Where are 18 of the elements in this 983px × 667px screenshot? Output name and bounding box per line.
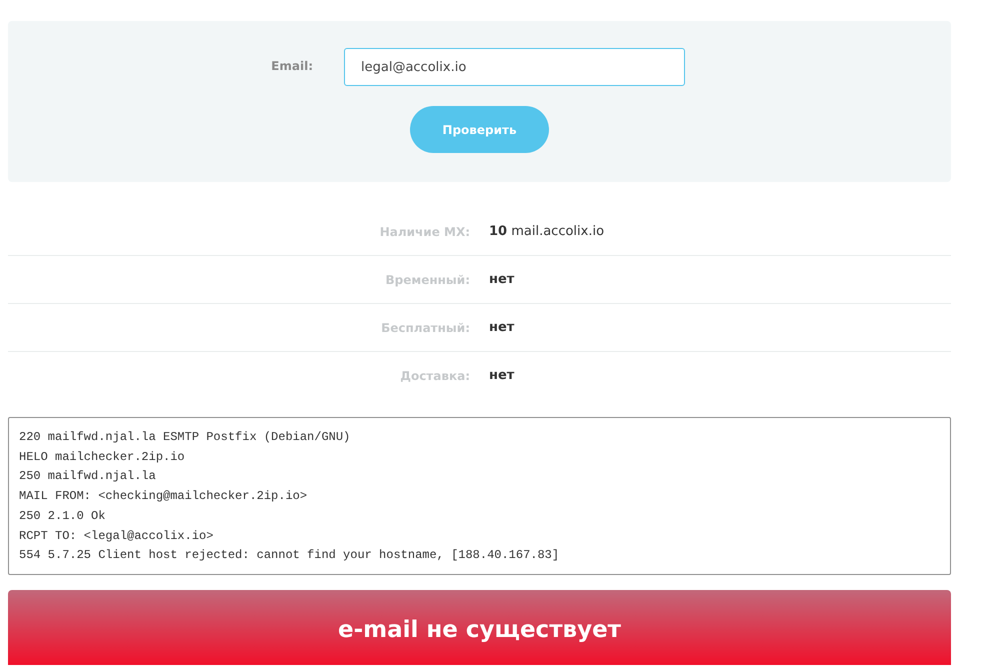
log-line: RCPT TO: <legal@accolix.io> xyxy=(19,528,214,545)
log-line: HELO mailchecker.2ip.io xyxy=(19,448,185,466)
log-line: 250 mailfwd.njal.la xyxy=(19,468,156,486)
result-label: Доставка: xyxy=(400,368,470,382)
result-label: Бесплатный: xyxy=(381,320,470,334)
log-line: 220 mailfwd.njal.la ESMTP Postfix (Debian/GNU) xyxy=(19,429,350,446)
result-value: нет xyxy=(489,368,514,383)
log-line: 554 5.7.25 Client host rejected: cannot find your hostname, [188.40.167.83] xyxy=(19,547,560,564)
log-line: 250 2.1.0 Ok xyxy=(19,508,106,525)
result-label: Временный: xyxy=(386,272,470,286)
result-label: Наличие MX: xyxy=(380,224,470,238)
result-value: нет xyxy=(489,320,514,335)
verdict-text: e-mail не существует xyxy=(338,617,621,643)
result-value: 10 mail.accolix.io xyxy=(489,224,604,239)
log-line: MAIL FROM: <checking@mailchecker.2ip.io> xyxy=(19,488,308,506)
email-input[interactable]: legal@accolix.io xyxy=(344,48,685,86)
result-value: нет xyxy=(489,272,514,287)
email-label: Email: xyxy=(271,59,313,73)
